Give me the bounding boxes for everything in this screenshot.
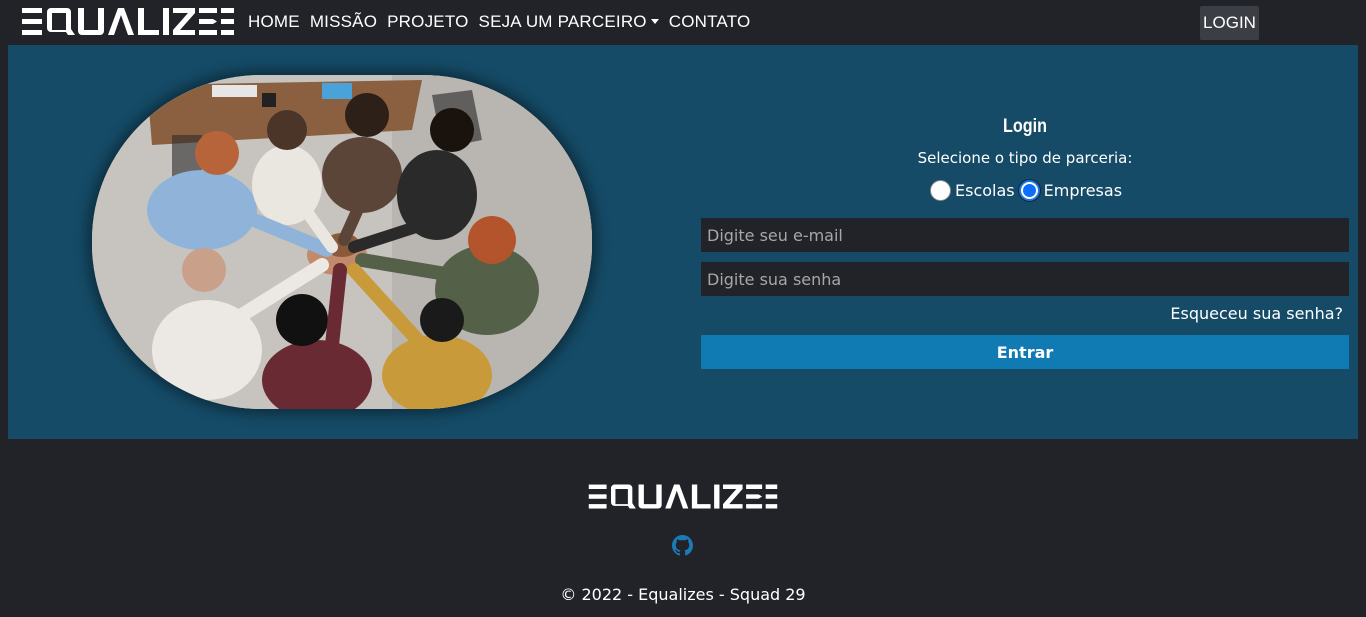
- password-input[interactable]: [701, 262, 1349, 296]
- footer-brand-logo: [577, 481, 789, 513]
- submit-login-button[interactable]: Entrar: [701, 335, 1349, 369]
- hero-section: Login Selecione o tipo de parceria: Esco…: [8, 45, 1358, 439]
- radio-empresas-label[interactable]: Empresas: [1044, 181, 1122, 200]
- nav-seja-um-parceiro-dropdown[interactable]: SEJA UM PARCEIRO: [479, 12, 659, 32]
- team-hands-photo: [92, 75, 592, 409]
- nav-home[interactable]: HOME: [248, 12, 300, 32]
- nav-missao[interactable]: MISSÃO: [310, 12, 377, 32]
- copyright-text: © 2022 - Equalizes - Squad 29: [560, 585, 806, 604]
- partnership-type-radio-group: Escolas Empresas: [930, 180, 1126, 201]
- forgot-password-link[interactable]: Esqueceu sua senha?: [1170, 304, 1343, 323]
- nav-projeto[interactable]: PROJETO: [387, 12, 468, 32]
- github-icon[interactable]: [672, 535, 693, 556]
- partnership-type-label: Selecione o tipo de parceria:: [917, 149, 1133, 167]
- radio-escolas[interactable]: [930, 180, 951, 201]
- nav-seja-um-parceiro-label: SEJA UM PARCEIRO: [478, 12, 647, 31]
- radio-empresas[interactable]: [1018, 180, 1040, 201]
- nav-login-button[interactable]: LOGIN: [1200, 6, 1259, 40]
- nav-contato[interactable]: CONTATO: [669, 12, 751, 32]
- navbar: HOME MISSÃO PROJETO SEJA UM PARCEIRO CON…: [0, 0, 1366, 45]
- main-nav: HOME MISSÃO PROJETO SEJA UM PARCEIRO CON…: [248, 12, 750, 32]
- brand-logo[interactable]: [22, 4, 234, 40]
- login-panel: Login Selecione o tipo de parceria: Esco…: [701, 45, 1349, 439]
- email-input[interactable]: [701, 218, 1349, 252]
- caret-down-icon: [650, 18, 659, 24]
- login-title: Login: [1003, 116, 1047, 137]
- radio-escolas-label[interactable]: Escolas: [955, 181, 1015, 200]
